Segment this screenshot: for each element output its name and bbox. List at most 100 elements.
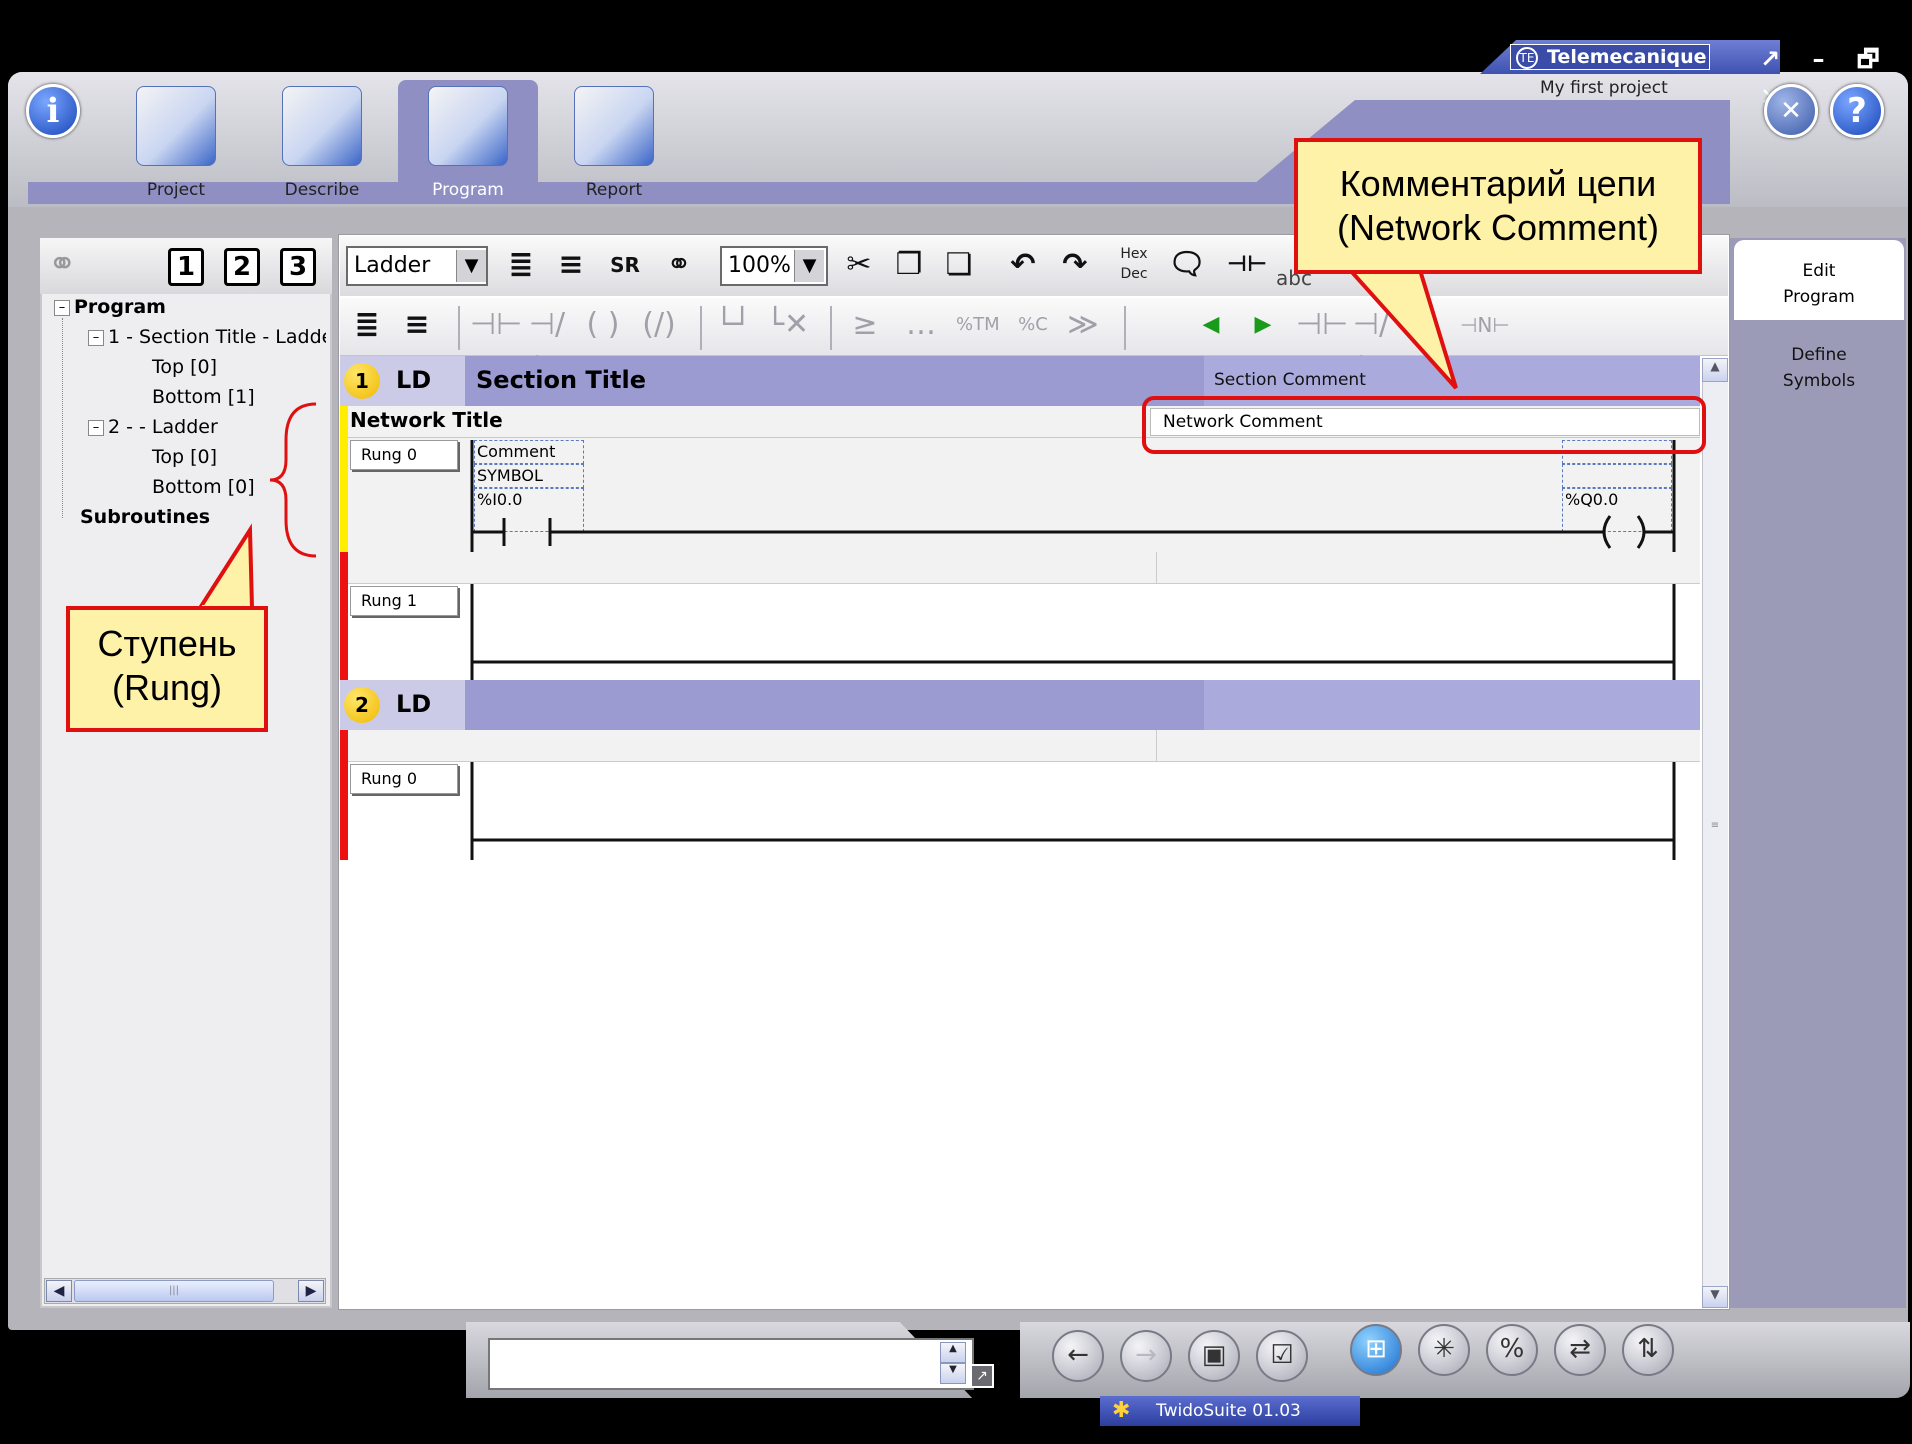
section-number-badge: 2: [344, 687, 380, 723]
rung-2-0-diagram: [470, 762, 1676, 860]
undo-icon[interactable]: ↶: [1002, 244, 1044, 286]
copy-icon[interactable]: ❐: [888, 244, 930, 286]
section-language: LD: [396, 366, 432, 394]
info-icon[interactable]: i: [26, 84, 80, 138]
rung-label[interactable]: Rung 0: [350, 440, 458, 470]
side-tab-edit-program[interactable]: Edit Program: [1734, 240, 1904, 320]
tree-node-s2-bottom[interactable]: Bottom [0]: [152, 476, 255, 498]
save-icon[interactable]: ▣: [1188, 1330, 1240, 1382]
counter-block-icon[interactable]: %C: [1012, 304, 1054, 346]
tree-node-section-1[interactable]: –1 - Section Title - Ladder: [88, 326, 326, 348]
tools-icon[interactable]: ✕: [1764, 84, 1818, 138]
tree-label: 2 - - Ladder: [108, 416, 218, 438]
expand-icon[interactable]: ↗: [970, 1364, 994, 1388]
help-icon[interactable]: ?: [1830, 84, 1884, 138]
rung-bar: [340, 730, 348, 860]
delete-branch-icon[interactable]: └✕: [766, 304, 809, 346]
scroll-right-icon[interactable]: ▶: [298, 1280, 324, 1302]
contact-nc-icon[interactable]: ⊣/⊢: [526, 304, 568, 384]
divider: [1156, 552, 1157, 584]
window-controls[interactable]: ↗ – 🗗 ✕: [1760, 42, 1910, 111]
network-icon[interactable]: ✳: [1418, 1324, 1470, 1376]
coil-icon[interactable]: ( ): [582, 304, 624, 346]
message-box[interactable]: [488, 1338, 974, 1390]
tree-node-program[interactable]: – Program: [54, 296, 166, 318]
compare-block-icon[interactable]: ≥: [844, 304, 886, 346]
scroll-down-icon[interactable]: ▼: [1702, 1286, 1728, 1308]
message-spinner[interactable]: ▲ ▼: [940, 1342, 966, 1386]
rung-label[interactable]: Rung 0: [350, 764, 458, 794]
back-icon[interactable]: ←: [1052, 1330, 1104, 1382]
tab-program[interactable]: Program: [398, 80, 538, 204]
view-level-2-button[interactable]: 2: [224, 248, 260, 286]
branch-icon[interactable]: └┘: [712, 304, 754, 346]
timer-block-icon[interactable]: %TM: [956, 304, 1000, 346]
redo-icon[interactable]: ↷: [1054, 244, 1096, 286]
insert-rung-before-icon[interactable]: ≣: [346, 304, 388, 346]
forward-icon[interactable]: →: [1120, 1330, 1172, 1382]
coil-right-arc: [1636, 515, 1646, 549]
prev-icon[interactable]: ◀: [1190, 304, 1232, 346]
scroll-up-icon[interactable]: ▲: [1702, 358, 1728, 382]
rung-comment-row[interactable]: [348, 730, 1700, 762]
tab-label: Project: [146, 180, 206, 200]
view-level-3-button[interactable]: 3: [280, 248, 316, 286]
negated-coil-icon[interactable]: (/): [638, 304, 680, 346]
section-title[interactable]: Section Title: [476, 366, 646, 394]
link-icon[interactable]: ⚭: [48, 244, 94, 284]
tab-project[interactable]: Project: [106, 80, 246, 204]
rung-1-comment-row[interactable]: [348, 552, 1700, 584]
tab-describe[interactable]: Describe: [252, 80, 392, 204]
callout-pointer-top: [1347, 270, 1458, 390]
view-level-1-button[interactable]: 1: [168, 248, 204, 286]
tab-report[interactable]: Report: [544, 80, 684, 204]
chevron-down-icon[interactable]: ▼: [456, 250, 486, 282]
folder-program-icon: [428, 86, 508, 166]
tree-node-s1-top[interactable]: Top [0]: [152, 356, 217, 378]
callout-pointer-rung: [196, 523, 255, 610]
percent-icon[interactable]: %: [1486, 1324, 1538, 1376]
run-icon: ✱: [1112, 1398, 1131, 1423]
tree-node-s2-top[interactable]: Top [0]: [152, 446, 217, 468]
tree-hscroll-thumb[interactable]: |||: [74, 1280, 274, 1302]
side-tab-define-symbols[interactable]: Define Symbols: [1734, 330, 1904, 410]
chevron-down-icon[interactable]: ▼: [794, 250, 824, 282]
rung-label[interactable]: Rung 1: [350, 586, 458, 616]
section-header[interactable]: [340, 680, 1700, 730]
check-icon[interactable]: ☑: [1256, 1330, 1308, 1382]
transfer-icon[interactable]: ⇄: [1554, 1324, 1606, 1376]
binary-icon[interactable]: ⇅: [1622, 1324, 1674, 1376]
tree-node-section-2[interactable]: –2 - - Ladder: [88, 416, 218, 438]
comment-icon[interactable]: 🗨: [1166, 244, 1208, 286]
link-icon[interactable]: ⚭: [658, 244, 700, 286]
rung-brace: [269, 402, 317, 558]
network-title[interactable]: Network Title: [350, 408, 503, 432]
rung-1-diagram: [470, 584, 1676, 680]
contact-no-icon[interactable]: ⊣⊢: [470, 304, 522, 346]
insert-sr-section-icon[interactable]: ≡: [550, 244, 592, 286]
collapse-icon[interactable]: –: [88, 329, 104, 346]
insert-section-icon[interactable]: ≣: [500, 244, 542, 286]
hex-label: Hex: [1120, 246, 1148, 262]
hex-dec-toggle[interactable]: Hex Dec: [1112, 244, 1156, 288]
scroll-grip[interactable]: ≡: [1703, 820, 1727, 840]
tab-label: Program: [432, 180, 504, 200]
more-blocks-icon[interactable]: ≫: [1062, 304, 1104, 346]
tab-label: Describe: [284, 180, 360, 200]
insert-rung-after-icon[interactable]: ≡: [396, 304, 438, 346]
toolbar-separator: [700, 306, 702, 350]
chevron-up-icon[interactable]: ▲: [940, 1342, 966, 1363]
collapse-icon[interactable]: –: [54, 299, 70, 316]
scroll-left-icon[interactable]: ◀: [46, 1280, 72, 1302]
operation-block-icon[interactable]: …: [900, 304, 942, 346]
tree-node-s1-bottom[interactable]: Bottom [1]: [152, 386, 255, 408]
subroutine-icon[interactable]: SR: [604, 244, 646, 286]
chevron-down-icon[interactable]: ▼: [940, 1363, 966, 1384]
rung-0-diagram: [470, 440, 1676, 552]
section-language: LD: [396, 690, 432, 718]
scissors-icon[interactable]: ✂: [838, 244, 880, 286]
collapse-icon[interactable]: –: [88, 419, 104, 436]
program-mode-icon[interactable]: ⊞: [1350, 1324, 1402, 1376]
divider: [1156, 730, 1157, 762]
paste-icon[interactable]: ❏: [938, 244, 980, 286]
